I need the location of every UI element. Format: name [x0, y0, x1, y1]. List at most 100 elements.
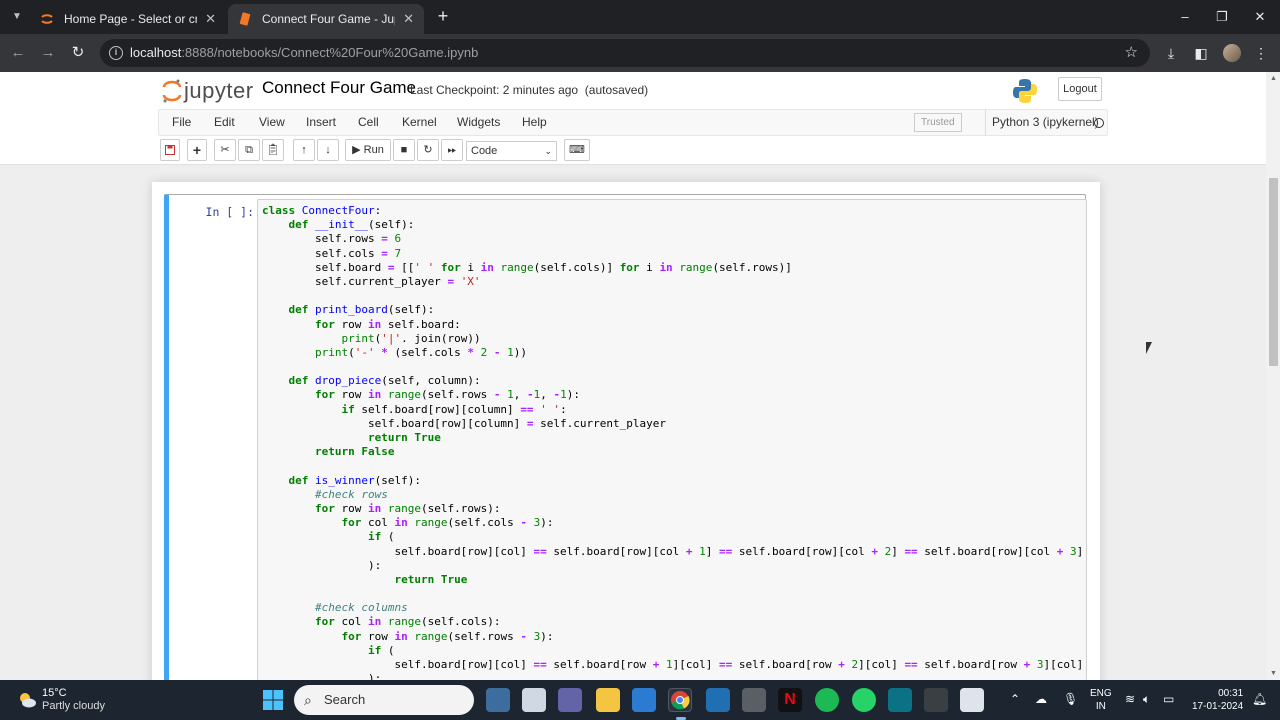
teams-chat-icon[interactable] [558, 688, 582, 712]
whatsapp-icon[interactable] [852, 688, 876, 712]
checkpoint-status: Last Checkpoint: 2 minutes ago (autosave… [410, 83, 648, 97]
tab-title: Home Page - Select or create a [64, 12, 198, 26]
insert-cell-plus-icon[interactable]: + [187, 139, 207, 161]
chevron-up-icon[interactable]: ⌃ [1010, 692, 1020, 706]
browser-toolbar: ← → ↻ i localhost:8888/notebooks/Connect… [0, 34, 1280, 72]
browser-tab-notebook[interactable]: Connect Four Game - Jupyter N ✕ [228, 4, 424, 34]
language-indicator[interactable]: ENG IN [1090, 687, 1112, 713]
jupyter-logo[interactable]: jupyter [162, 78, 254, 104]
restart-icon[interactable]: ↻ [417, 139, 439, 161]
netflix-icon[interactable]: N [778, 688, 802, 712]
tab-search-chevron-icon[interactable]: ▼ [8, 8, 26, 26]
code-line: def drop_piece(self, column): [288, 374, 481, 388]
code-line: self.board[row][col] == self.board[row +… [262, 658, 1087, 671]
minimize-icon[interactable]: – [1176, 8, 1194, 26]
new-tab-plus-icon[interactable]: + [433, 6, 453, 26]
move-down-arrow-icon[interactable]: ↓ [317, 139, 339, 161]
page-viewport: jupyter Connect Four Game Last Checkpoin… [0, 72, 1280, 680]
code-line: #check columns [314, 601, 408, 615]
side-panel-icon[interactable]: ◧ [1191, 43, 1211, 63]
menu-cell[interactable]: Cell [358, 110, 379, 135]
partly-cloudy-weather-icon[interactable] [16, 689, 38, 711]
wifi-icon[interactable]: ≋ [1125, 692, 1135, 706]
code-line: def print_board(self): [288, 303, 435, 317]
run-button[interactable]: ▶ Run [345, 139, 391, 161]
paste-icon[interactable]: 📋︎ [262, 139, 284, 161]
page-scrollbar[interactable]: ▲ ▼ [1266, 72, 1280, 680]
code-line: self.board[row][col] == self.board[row][… [262, 544, 1084, 558]
remote-desktop-icon[interactable] [706, 688, 730, 712]
jupyter-wordmark: jupyter [184, 78, 254, 103]
windows-start-icon[interactable] [262, 689, 284, 711]
microsoft-store-icon[interactable] [632, 688, 656, 712]
site-info-icon[interactable]: i [109, 46, 123, 60]
app-icon[interactable] [888, 688, 912, 712]
region-code: IN [1095, 701, 1106, 712]
jupyter-favicon-icon [41, 14, 53, 24]
menu-edit[interactable]: Edit [214, 110, 235, 135]
save-icon[interactable] [160, 139, 180, 161]
restart-run-all-icon[interactable]: ⏩︎ [441, 139, 463, 161]
browser-tab-home[interactable]: Home Page - Select or create a ✕ [30, 4, 226, 34]
copy-icon[interactable]: ⧉ [238, 139, 260, 161]
battery-icon[interactable]: ▭ [1163, 692, 1174, 706]
menu-file[interactable]: File [172, 110, 191, 135]
close-tab-icon[interactable]: ✕ [205, 11, 216, 27]
menu-insert[interactable]: Insert [306, 110, 336, 135]
window-close-icon[interactable]: ✕ [1251, 8, 1269, 26]
weather-description[interactable]: Partly cloudy [42, 700, 105, 712]
copilot-icon[interactable] [486, 688, 510, 712]
menu-widgets[interactable]: Widgets [457, 110, 500, 135]
forward-arrow-icon[interactable]: → [38, 43, 58, 63]
code-line: if self.board[row][column] == ' ': [341, 402, 567, 416]
close-tab-icon[interactable]: ✕ [403, 11, 414, 27]
notebook-container: In [ ]: class ConnectFour: def __init__(… [152, 182, 1100, 680]
move-up-arrow-icon[interactable]: ↑ [293, 139, 315, 161]
cut-icon[interactable]: ✂ [214, 139, 236, 161]
taskbar-search-box[interactable]: ⌕ Search [294, 685, 474, 715]
task-view-icon[interactable] [522, 688, 546, 712]
chrome-icon[interactable] [668, 688, 692, 720]
run-label: Run [363, 144, 384, 156]
menu-view[interactable]: View [259, 110, 285, 135]
menu-help[interactable]: Help [522, 110, 547, 135]
restore-icon[interactable]: ❐ [1213, 8, 1231, 26]
kernel-name[interactable]: Python 3 (ipykernel) [985, 110, 1099, 135]
notebook-title[interactable]: Connect Four Game [262, 78, 416, 98]
scroll-down-arrow-icon[interactable]: ▼ [1269, 669, 1278, 678]
code-cell[interactable]: In [ ]: class ConnectFour: def __init__(… [164, 194, 1087, 680]
windows-taskbar: 15°C Partly cloudy ⌕ Search N ⌃ ☁ 🎙︎ ENG I… [0, 680, 1280, 720]
trusted-badge[interactable]: Trusted [914, 113, 962, 132]
interrupt-stop-icon[interactable]: ■ [393, 139, 415, 161]
code-editor[interactable]: class ConnectFour: def __init__(self): s… [257, 199, 1087, 680]
address-bar[interactable]: i localhost:8888/notebooks/Connect%20Fou… [100, 39, 1150, 67]
command-palette-keyboard-icon[interactable]: ⌨ [564, 139, 590, 161]
scroll-up-arrow-icon[interactable]: ▲ [1269, 74, 1278, 83]
browser-menu-icon[interactable]: ⋮ [1251, 43, 1271, 63]
menu-kernel[interactable]: Kernel [402, 110, 437, 135]
cell-type-select[interactable]: Code ⌄ [466, 141, 557, 161]
app-icon[interactable] [742, 688, 766, 712]
system-clock[interactable]: 00:31 17-01-2024 [1192, 687, 1243, 713]
weather-temperature[interactable]: 15°C [42, 687, 67, 699]
spotify-icon[interactable] [815, 688, 839, 712]
code-line: if ( [367, 530, 395, 544]
notification-bell-icon[interactable]: 🔔︎ [1252, 692, 1267, 706]
onedrive-cloud-icon[interactable]: ☁ [1035, 692, 1047, 706]
scrollbar-thumb[interactable] [1269, 178, 1278, 366]
input-prompt: In [ ]: [205, 205, 254, 219]
microphone-icon[interactable]: 🎙︎ [1063, 692, 1078, 706]
code-line: class ConnectFour: [262, 204, 382, 217]
volume-icon[interactable]: 🔈︎ [1143, 692, 1150, 707]
bookmark-star-icon[interactable]: ☆ [1125, 39, 1138, 67]
reload-icon[interactable]: ↻ [68, 43, 88, 63]
snipping-tool-icon[interactable] [960, 688, 984, 712]
file-explorer-icon[interactable] [596, 688, 620, 712]
back-arrow-icon[interactable]: ← [8, 43, 28, 63]
terminal-icon[interactable] [924, 688, 948, 712]
download-icon[interactable]: ⤓ [1161, 43, 1181, 63]
profile-avatar[interactable] [1223, 44, 1241, 62]
notebook-menubar: File Edit View Insert Cell Kernel Widget… [158, 109, 1108, 136]
logout-button[interactable]: Logout [1058, 77, 1102, 101]
search-icon: ⌕ [304, 692, 312, 708]
